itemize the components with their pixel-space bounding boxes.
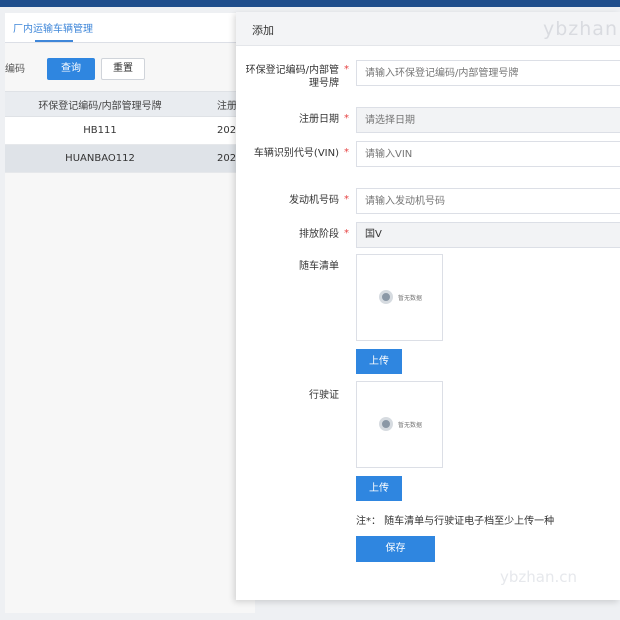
reg-date-label: 注册日期 (299, 114, 339, 125)
empty-image-icon (379, 417, 393, 431)
table-header: 环保登记编码/内部管理号牌 注册 (5, 91, 255, 117)
emission-stage-select[interactable]: 国V (356, 222, 620, 248)
required-mark: * (344, 64, 349, 75)
engine-no-input[interactable] (356, 188, 620, 214)
empty-placeholder-text: 暂无数据 (398, 422, 423, 429)
cell-code: HUANBAO112 (65, 153, 135, 164)
add-vehicle-dialog: 添加 ybzhan 环保登记编码/内部管理号牌 * 注册日期 * 车辆识别代号(… (236, 12, 620, 600)
column-header-code: 环保登记编码/内部管理号牌 (38, 100, 162, 112)
engine-no-label: 发动机号码 (289, 195, 339, 206)
reset-button[interactable]: 重置 (101, 58, 145, 80)
cell-code: HB111 (83, 125, 117, 136)
driving-license-label: 行驶证 (309, 390, 339, 401)
required-mark: * (344, 147, 349, 158)
required-mark: * (344, 228, 349, 239)
query-button[interactable]: 查询 (47, 58, 95, 80)
vin-input[interactable] (356, 141, 620, 167)
vin-label: 车辆识别代号(VIN) (253, 148, 339, 159)
empty-placeholder-text: 暂无数据 (398, 295, 423, 302)
required-mark: * (344, 194, 349, 205)
dialog-header: 添加 ybzhan (236, 12, 620, 46)
upload-note: 注*： 随车清单与行驶证电子档至少上传一种 (356, 516, 555, 527)
env-code-input[interactable] (356, 60, 620, 86)
dialog-title: 添加 (252, 24, 274, 37)
cell-date: 202 (217, 153, 237, 164)
table-row[interactable]: HB111 202 (5, 117, 255, 145)
vehicle-list-panel: 厂内运输车辆管理 编码 查询 重置 环保登记编码/内部管理号牌 注册 HB111… (5, 13, 255, 613)
save-button[interactable]: 保存 (356, 536, 435, 562)
required-mark: * (344, 113, 349, 124)
emission-stage-label: 排放阶段 (299, 229, 339, 240)
filter-row: 编码 查询 重置 (5, 55, 255, 81)
vehicle-list-upload-button[interactable]: 上传 (356, 349, 402, 374)
table-row[interactable]: HUANBAO112 202 (5, 145, 255, 173)
column-header-date: 注册 (217, 100, 237, 112)
top-navigation-bar (0, 0, 620, 7)
driving-license-upload-button[interactable]: 上传 (356, 476, 402, 501)
env-code-label: 环保登记编码/内部管理号牌 (245, 65, 339, 89)
tab-bar: 厂内运输车辆管理 (5, 13, 255, 43)
filter-label: 编码 (5, 64, 25, 75)
watermark: ybzhan (542, 18, 618, 40)
empty-image-icon (379, 290, 393, 304)
vehicle-list-label: 随车清单 (299, 261, 339, 272)
cell-date: 202 (217, 125, 237, 136)
driving-license-preview: 暂无数据 (356, 381, 443, 468)
active-tab-indicator (35, 40, 73, 42)
tab-vehicle-management[interactable]: 厂内运输车辆管理 (13, 20, 93, 35)
reg-date-picker[interactable] (356, 107, 620, 133)
vehicle-list-preview: 暂无数据 (356, 254, 443, 341)
bottom-watermark: ybzhan.cn (500, 568, 577, 586)
vehicle-table: 环保登记编码/内部管理号牌 注册 HB111 202 HUANBAO112 20… (5, 91, 255, 173)
